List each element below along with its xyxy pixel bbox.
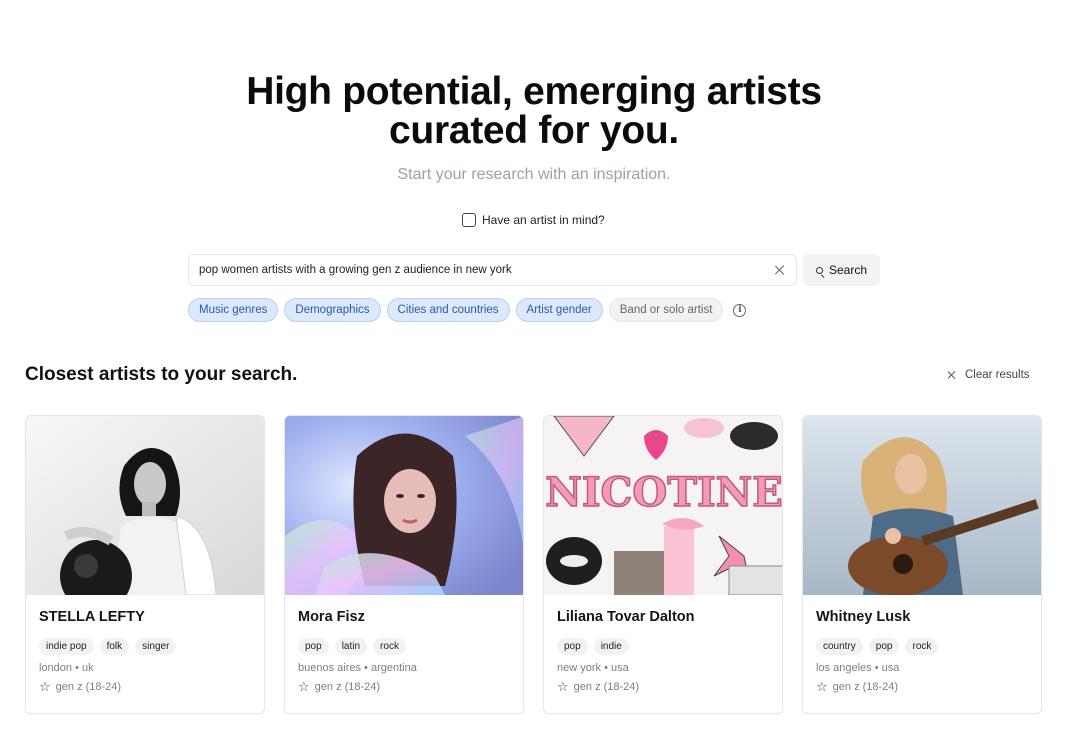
page-title: High potential, emerging artists curated… [0,72,1068,150]
filter-band-solo[interactable]: Band or solo artist [608,298,724,322]
audience-label: gen z (18-24) [832,681,899,693]
artist-audience: ☆ gen z (18-24) [39,679,251,694]
genre-tag: pop [868,638,900,655]
page-subtitle: Start your research with an inspiration. [397,166,671,183]
artist-location: new york • usa [557,662,629,674]
search-button-label: Search [828,263,868,277]
search-icon [815,266,823,274]
genre-tag: pop [298,638,329,655]
genre-tags: indie pop folk singer [39,638,251,655]
artist-location: los angeles • usa [816,662,900,674]
artist-in-mind-checkbox[interactable] [462,213,476,227]
artist-name: Whitney Lusk [816,609,911,625]
artist-photo-art: NICOTINE [544,416,782,595]
genre-tag: rock [905,638,939,655]
genre-tag: rock [373,638,406,655]
search-input-value[interactable]: pop women artists with a growing gen z a… [199,264,774,276]
genre-tag: indie [593,638,629,655]
filter-cities-countries[interactable]: Cities and countries [386,298,510,322]
artist-audience: ☆ gen z (18-24) [816,679,1028,694]
results-title: Closest artists to your search. [25,364,298,385]
artist-name: Liliana Tovar Dalton [557,609,695,625]
artist-photo: NICOTINE [544,416,782,595]
artist-name: STELLA LEFTY [39,609,145,625]
audience-label: gen z (18-24) [55,681,122,693]
artist-name: Mora Fisz [298,609,365,625]
artist-photo-art [285,416,523,595]
artist-card[interactable]: Whitney Lusk country pop rock los angele… [802,415,1042,714]
star-icon: ☆ [557,679,569,694]
artist-location: london • uk [39,662,94,674]
genre-tags: pop indie [557,638,769,655]
close-icon [947,370,957,380]
artist-photo [26,416,264,595]
artist-audience: ☆ gen z (18-24) [298,679,510,694]
artist-in-mind-toggle[interactable]: Have an artist in mind? [462,212,605,228]
genre-tag: pop [557,638,588,655]
artist-card[interactable]: NICOTINE Liliana Tovar Dalton pop indie … [543,415,783,714]
clear-results-label: Clear results [965,369,1030,381]
artist-card[interactable]: STELLA LEFTY indie pop folk singer londo… [25,415,265,714]
artist-photo-art [26,416,264,595]
genre-tag: country [816,638,863,655]
genre-tag: singer [135,638,177,655]
audience-label: gen z (18-24) [314,681,381,693]
artist-photo [803,416,1041,595]
artist-location: buenos aires • argentina [298,662,417,674]
search-button[interactable]: Search [803,254,880,286]
genre-tags: country pop rock [816,638,1028,655]
search-input[interactable]: pop women artists with a growing gen z a… [188,254,797,286]
genre-tag: latin [334,638,368,655]
audience-label: gen z (18-24) [573,681,640,693]
artist-photo [285,416,523,595]
filter-demographics[interactable]: Demographics [284,298,381,322]
clear-search-icon[interactable] [774,264,786,276]
artist-in-mind-label: Have an artist in mind? [482,213,605,227]
star-icon: ☆ [298,679,310,694]
info-icon[interactable]: i [733,303,747,317]
genre-tags: pop latin rock [298,638,510,655]
filter-chips: Music genres Demographics Cities and cou… [188,298,747,322]
genre-tag: folk [99,638,130,655]
clear-results-button[interactable]: Clear results [947,368,1030,382]
artist-audience: ☆ gen z (18-24) [557,679,769,694]
filter-music-genres[interactable]: Music genres [188,298,279,322]
star-icon: ☆ [39,679,51,694]
star-icon: ☆ [816,679,828,694]
artist-photo-art [803,416,1041,595]
title-line-2: curated for you. [389,109,679,152]
collage-text: NICOTINE [545,469,782,516]
genre-tag: indie pop [39,638,94,655]
filter-artist-gender[interactable]: Artist gender [515,298,603,322]
artist-card[interactable]: Mora Fisz pop latin rock buenos aires • … [284,415,524,714]
title-line-1: High potential, emerging artists [246,70,822,113]
